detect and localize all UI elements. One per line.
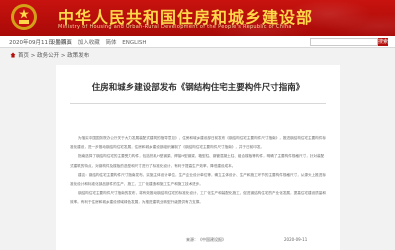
- english-link[interactable]: ENGLISH: [122, 40, 146, 46]
- search-input[interactable]: [310, 38, 378, 46]
- article-source: 来源：《中国建设报》: [186, 237, 226, 242]
- add-favorite-link[interactable]: 加入收藏: [78, 40, 100, 46]
- article-paragraph: 钢结构住宅主要构件尺寸指南的发布，将有效推动钢结构住宅的标准化设计、工厂化生产和…: [70, 191, 326, 205]
- article-title: 住房和城乡建设部发布《钢结构住宅主要构件尺寸指南》: [91, 83, 305, 93]
- article-paragraph: 指南选择了钢结构住宅的主要受力构件，包括热轧H型钢梁、焊接H型钢梁、箱型柱、钢管…: [70, 154, 325, 168]
- simplified-chinese-link[interactable]: 简体: [106, 40, 117, 46]
- article-card: 住房和城乡建设部发布《钢结构住宅主要构件尺寸指南》 为落实中国国务院办公厅关于大…: [56, 65, 340, 250]
- breadcrumb[interactable]: 首页 > 政务公开 > 政策发布: [18, 51, 89, 59]
- national-emblem-icon: [11, 4, 37, 30]
- breadcrumb-bar: 首页 > 政务公开 > 政策发布: [0, 49, 395, 61]
- search-button[interactable]: 搜索: [378, 38, 388, 46]
- toolbar-links: 设为首页 加入收藏 简体 ENGLISH: [50, 38, 150, 46]
- header-banner: 中华人民共和国住房和城乡建设部 Ministry of Housing and …: [0, 0, 395, 36]
- title-divider: [70, 103, 326, 104]
- home-icon: [10, 52, 16, 58]
- article-paragraph: 为落实中国国务院办公厅关于大力发展装配式建筑的指导意见》，住房和城乡建设部日前发…: [70, 136, 326, 150]
- site-subtitle: Ministry of Housing and Urban-Rural Deve…: [58, 24, 292, 30]
- article-date: 2020-09-11: [284, 237, 308, 242]
- set-homepage-link[interactable]: 设为首页: [50, 40, 72, 46]
- article-body: 为落实中国国务院办公厅关于大力发展装配式建筑的指导意见》，住房和城乡建设部日前发…: [70, 134, 326, 208]
- info-bar: 2020年09月11日 星期五 设为首页 加入收藏 简体 ENGLISH 搜索: [0, 36, 395, 48]
- article-paragraph: 建议：钢结构住宅主要构件尺寸指南发布，实施主体设计单位，生产企业设计单位等，确立…: [70, 172, 326, 187]
